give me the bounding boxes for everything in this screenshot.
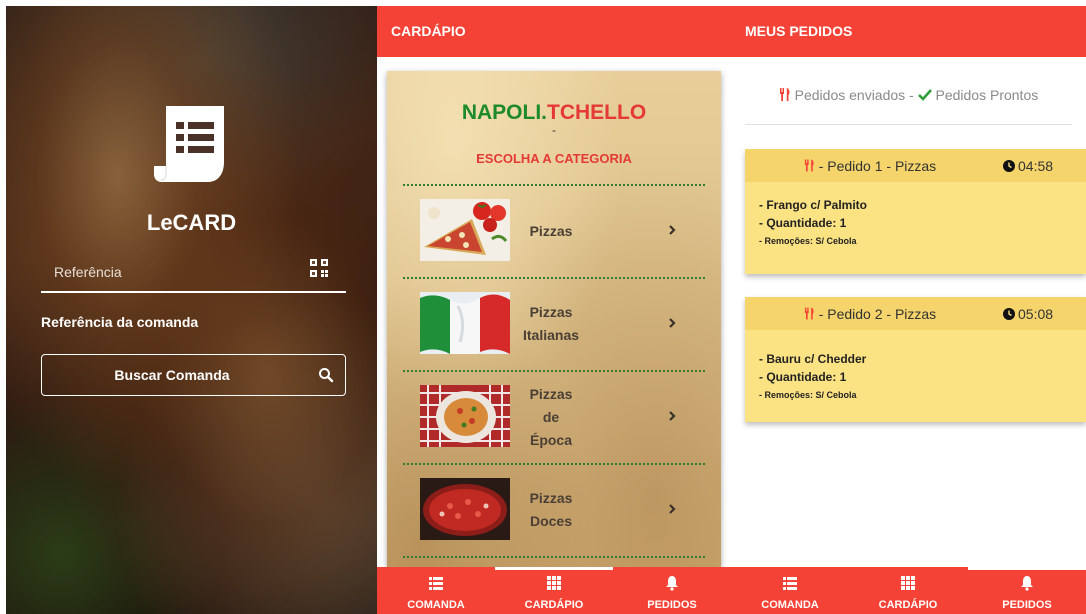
search-icon	[318, 367, 334, 383]
nav-label: COMANDA	[407, 599, 465, 611]
order-removals: - Remoções: S/ Cebola	[759, 390, 857, 400]
order-header: - Pedido 2 - Pizzas 05:08	[745, 297, 1086, 330]
bottom-nav-cardapio: COMANDA CARDÁPIO PEDIDOS	[377, 567, 731, 614]
order-removals: - Remoções: S/ Cebola	[759, 236, 857, 246]
category-label: Pizzas de Época	[529, 385, 573, 448]
category-pizzas-de-epoca[interactable]: Pizzas de Época	[403, 372, 705, 462]
pasta-dish-image	[420, 385, 510, 447]
sweet-pizza-image	[420, 478, 510, 540]
category-pizzas-italianas[interactable]: Pizzas Italianas	[403, 279, 705, 369]
order-title: - Pedido 2 - Pizzas	[745, 306, 995, 322]
pedidos-screen: Pedidos enviados - Pedidos Prontos - Ped…	[731, 57, 1086, 567]
clock-icon	[1003, 159, 1015, 172]
cutlery-icon	[804, 307, 815, 320]
pizza-image	[420, 199, 510, 261]
app-name: LeCARD	[146, 210, 237, 235]
nav-label: CARDÁPIO	[878, 599, 938, 611]
grid-icon	[900, 575, 916, 591]
order-card[interactable]: - Pedido 1 - Pizzas 04:58 - Frango c/ Pa…	[745, 149, 1086, 274]
italian-flag-image	[420, 292, 510, 354]
brand-name-part1: NAPOLI.	[461, 101, 547, 124]
order-quantity: - Quantidade: 1	[759, 216, 847, 230]
order-header: - Pedido 1 - Pizzas 04:58	[745, 149, 1086, 182]
divider	[403, 556, 705, 558]
app-screens: LeCARD Referência da comanda Buscar Coma…	[0, 0, 1086, 614]
order-timer: 04:58	[1003, 158, 1053, 174]
search-button-label: Buscar Comanda	[114, 367, 230, 383]
order-time-text: 05:08	[1018, 306, 1054, 322]
nav-comanda[interactable]: COMANDA	[731, 567, 849, 614]
nav-cardapio[interactable]: CARDÁPIO	[849, 567, 967, 614]
category-pizzas-doces[interactable]: Pizzas Doces	[403, 465, 705, 555]
nav-label: PEDIDOS	[1002, 599, 1052, 611]
nav-pedidos[interactable]: PEDIDOS	[613, 567, 731, 614]
order-title: - Pedido 1 - Pizzas	[745, 158, 995, 174]
bottom-nav-pedidos: COMANDA CARDÁPIO PEDIDOS	[731, 567, 1086, 614]
nav-comanda[interactable]: COMANDA	[377, 567, 495, 614]
reference-input[interactable]	[41, 253, 346, 293]
bell-icon	[664, 575, 680, 591]
nav-pedidos[interactable]: PEDIDOS	[968, 567, 1086, 614]
order-card[interactable]: - Pedido 2 - Pizzas 05:08 - Bauru c/ Che…	[745, 297, 1086, 422]
qr-code-icon[interactable]	[310, 259, 328, 277]
chevron-right-icon	[667, 408, 679, 424]
chevron-right-icon	[667, 222, 679, 238]
search-comanda-button[interactable]: Buscar Comanda	[41, 354, 346, 396]
reference-label: Referência da comanda	[41, 314, 199, 330]
check-icon	[917, 88, 932, 101]
cardapio-header: CARDÁPIO	[377, 6, 731, 57]
choose-category-title: ESCOLHA A CATEGORIA	[476, 151, 632, 166]
chevron-right-icon	[667, 501, 679, 517]
order-timer: 05:08	[1003, 306, 1053, 322]
category-label: Pizzas Italianas	[523, 304, 580, 343]
nav-label: CARDÁPIO	[524, 599, 584, 611]
order-title-text: - Pedido 1 - Pizzas	[818, 158, 937, 174]
legend-sent-label: Pedidos enviados -	[794, 87, 914, 103]
clock-icon	[1003, 307, 1015, 320]
nav-cardapio[interactable]: CARDÁPIO	[495, 567, 613, 614]
legend-ready-label: Pedidos Prontos	[935, 87, 1039, 103]
order-status-legend: Pedidos enviados - Pedidos Prontos	[745, 87, 1072, 103]
nav-label: PEDIDOS	[647, 599, 697, 611]
cutlery-icon	[779, 88, 791, 101]
order-time-text: 04:58	[1018, 158, 1054, 174]
order-item: - Frango c/ Palmito	[759, 198, 868, 212]
list-icon	[782, 575, 798, 591]
bell-icon	[1019, 575, 1035, 591]
restaurant-brand: NAPOLI.TCHELLO	[387, 101, 721, 125]
menu-card: NAPOLI.TCHELLO - ESCOLHA A CATEGORIA Piz…	[387, 71, 721, 567]
cutlery-icon	[804, 159, 815, 172]
list-icon	[428, 575, 444, 591]
category-label: Pizzas	[529, 222, 573, 239]
brand-name-part2: TCHELLO	[547, 101, 647, 124]
order-item: - Bauru c/ Chedder	[759, 352, 867, 366]
grid-icon	[546, 575, 562, 591]
chevron-right-icon	[667, 315, 679, 331]
nav-label: COMANDA	[761, 599, 819, 611]
order-title-text: - Pedido 2 - Pizzas	[818, 306, 937, 322]
brand-subtitle: -	[552, 123, 556, 137]
cardapio-screen: NAPOLI.TCHELLO - ESCOLHA A CATEGORIA Piz…	[377, 57, 731, 567]
login-screen: LeCARD Referência da comanda Buscar Coma…	[6, 6, 377, 614]
order-quantity: - Quantidade: 1	[759, 370, 847, 384]
receipt-list-icon	[152, 102, 234, 188]
divider	[745, 124, 1072, 125]
pedidos-header: MEUS PEDIDOS	[731, 6, 1086, 57]
category-label: Pizzas Doces	[529, 490, 573, 529]
category-pizzas[interactable]: Pizzas	[403, 186, 705, 276]
